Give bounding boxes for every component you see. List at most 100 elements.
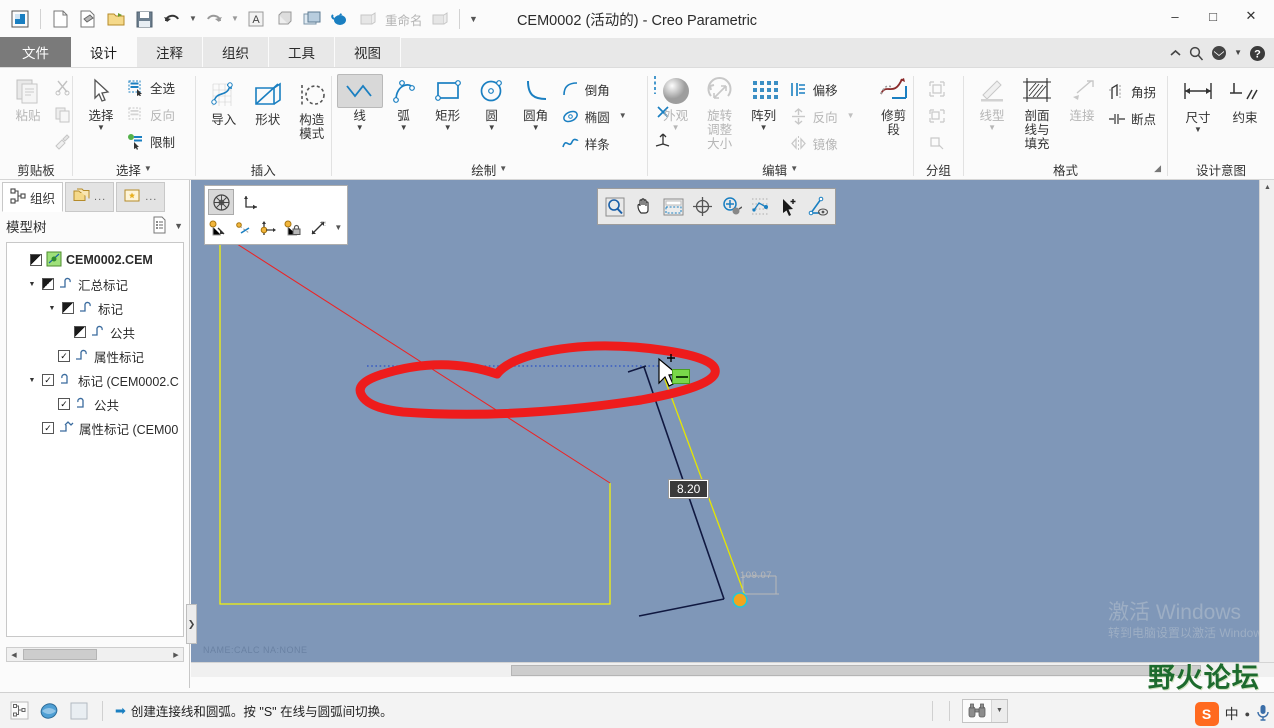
redo-icon[interactable] <box>201 6 227 32</box>
import-button[interactable]: 导入 <box>202 76 246 129</box>
tab-view[interactable]: 视图 <box>335 37 401 67</box>
new-file-icon[interactable] <box>47 6 73 32</box>
canvas-scroll-thumb[interactable] <box>511 664 1201 676</box>
fillet-button[interactable]: 圆角 ▼ <box>514 72 558 136</box>
chevron-down-icon[interactable]: ▼ <box>333 215 344 241</box>
tree-checkbox[interactable]: ✓ <box>42 422 54 434</box>
ellipse-button[interactable]: 椭圆 ▼ <box>558 103 632 129</box>
lock-icon[interactable] <box>283 215 304 241</box>
regenerate-icon[interactable]: A <box>243 6 269 32</box>
mic-icon[interactable] <box>1256 704 1270 725</box>
canvas-hscrollbar[interactable] <box>191 662 1274 677</box>
blank-icon[interactable] <box>68 700 90 722</box>
scroll-up-arrow[interactable]: ▲ <box>1260 180 1274 195</box>
chamfer-button[interactable]: 倒角 <box>558 76 632 102</box>
tab-organize[interactable]: 组织 <box>203 37 269 67</box>
tree-row-mark-cem0002[interactable]: ▼ ✓ 标记 (CEM0002.C <box>10 368 180 392</box>
group-select-caret-icon[interactable]: ▼ <box>144 165 152 173</box>
tree-checkbox[interactable]: ✓ <box>58 398 70 410</box>
tree-expander[interactable]: ▼ <box>46 305 58 312</box>
snap-diagonal-icon[interactable] <box>308 215 329 241</box>
hatch-fill-button[interactable]: 剖面线与填充 <box>1014 72 1060 153</box>
model-tree[interactable]: CEM0002.CEM ▼ 汇总标记 ▼ 标记 公共 ✓ 属性标记 ▼ ✓ 标记… <box>6 242 184 637</box>
minimize-button[interactable]: – <box>1156 2 1194 30</box>
sketch-orientation-toolbar[interactable]: ▼ <box>204 185 348 245</box>
tree-row-common-2[interactable]: ✓ 公共 <box>10 392 180 416</box>
delete-segment-button[interactable]: 修剪段 <box>872 72 916 139</box>
nav-tab-organize[interactable]: 组织 <box>2 182 64 212</box>
view-toolbar[interactable] <box>597 188 836 225</box>
pattern-dropdown-caret[interactable]: ▼ <box>760 124 768 134</box>
datum-csys-display-icon[interactable] <box>746 192 774 222</box>
snap-vertex-icon[interactable] <box>208 215 229 241</box>
model-tree-hscrollbar[interactable]: ◀ ▶ <box>6 647 184 662</box>
shape-button[interactable]: 形状 <box>246 76 290 129</box>
group-edit-caret-icon[interactable]: ▼ <box>790 165 798 173</box>
search-icon[interactable] <box>1189 46 1204 61</box>
open-folder-icon[interactable] <box>103 6 129 32</box>
pan-hand-icon[interactable] <box>630 192 658 222</box>
axis-orient-icon[interactable] <box>238 189 264 215</box>
search-tool[interactable]: ▼ <box>962 698 1008 723</box>
offset-button[interactable]: 偏移 <box>786 76 860 102</box>
box-icon[interactable] <box>271 6 297 32</box>
scroll-right-arrow[interactable]: ▶ <box>169 651 183 659</box>
dimension-input-box[interactable]: 8.20 <box>668 479 710 499</box>
breakpoint-button[interactable]: 断点 <box>1104 105 1161 131</box>
tree-row-common[interactable]: 公共 <box>10 320 180 344</box>
fillet-dropdown-caret[interactable]: ▼ <box>532 124 540 134</box>
tree-checkbox[interactable]: ✓ <box>42 374 54 386</box>
tree-checkbox[interactable] <box>42 278 54 290</box>
tab-annotate[interactable]: 注释 <box>137 37 203 67</box>
arc-button[interactable]: 弧 ▼ <box>382 72 426 136</box>
angle-dimension-label[interactable]: 109.07 <box>740 570 772 581</box>
tree-row-attr-mark[interactable]: ✓ 属性标记 <box>10 344 180 368</box>
tree-row-mark[interactable]: ▼ 标记 <box>10 296 180 320</box>
circle-dropdown-caret[interactable]: ▼ <box>488 124 496 134</box>
select-dropdown-caret[interactable]: ▼ <box>97 124 105 134</box>
restrict-button[interactable]: 限制 <box>123 128 180 154</box>
arc-dropdown-caret[interactable]: ▼ <box>400 124 408 134</box>
binoculars-icon[interactable] <box>963 703 991 718</box>
nav-tab-favorites[interactable]: ... <box>116 182 166 212</box>
creo-app-icon[interactable] <box>6 6 34 32</box>
ime-mode-label[interactable]: 中 <box>1225 704 1239 724</box>
nav-tab-layers[interactable]: ... <box>65 182 115 212</box>
group-sketch-caret-icon[interactable]: ▼ <box>499 165 507 173</box>
chevron-up-icon[interactable] <box>1169 48 1182 58</box>
tree-expander[interactable]: ▼ <box>26 377 38 384</box>
canvas-vscrollbar[interactable]: ▲ ▼ <box>1259 180 1274 677</box>
graphics-canvas[interactable]: 8.20 109.07 NAME:CALC NA:NONE ▼ 激活 Windo… <box>191 180 1274 677</box>
teapot-icon[interactable] <box>327 6 353 32</box>
save-icon[interactable] <box>131 6 157 32</box>
sogou-ime-icon[interactable]: S <box>1194 702 1219 726</box>
search-tool-caret[interactable]: ▼ <box>991 699 1007 722</box>
refit-icon[interactable] <box>659 192 687 222</box>
scroll-thumb[interactable] <box>23 649 97 660</box>
open-session-icon[interactable] <box>75 6 101 32</box>
dimension-value[interactable]: 8.20 <box>670 481 708 497</box>
select-cursor-icon[interactable] <box>775 192 803 222</box>
snap-midpoint-icon[interactable] <box>233 215 254 241</box>
close-button[interactable]: ✕ <box>1232 2 1270 30</box>
sketch-view-icon[interactable] <box>208 189 234 215</box>
account-icon[interactable] <box>1211 45 1227 61</box>
ellipse-dropdown-caret[interactable]: ▼ <box>619 112 627 120</box>
format-dialog-launcher-icon[interactable]: ◢ <box>1154 163 1161 174</box>
tree-settings-icon[interactable] <box>151 216 168 237</box>
spline-button[interactable]: 样条 <box>558 130 632 156</box>
datum-point-display-icon[interactable] <box>717 192 745 222</box>
rectangle-dropdown-caret[interactable]: ▼ <box>444 124 452 134</box>
tree-checkbox[interactable] <box>62 302 74 314</box>
scroll-left-arrow[interactable]: ◀ <box>7 651 21 659</box>
globe-icon[interactable] <box>38 700 60 722</box>
jog-button[interactable]: 角拐 <box>1104 78 1161 104</box>
line-button[interactable]: 线 ▼ <box>336 72 383 136</box>
construction-mode-button[interactable]: 构造模式 <box>290 76 334 143</box>
maximize-button[interactable]: □ <box>1194 2 1232 30</box>
pattern-button[interactable]: 阵列 ▼ <box>742 72 786 136</box>
tab-design[interactable]: 设计 <box>71 37 137 67</box>
tab-tools[interactable]: 工具 <box>269 37 335 67</box>
rectangle-button[interactable]: 矩形 ▼ <box>426 72 470 136</box>
ime-dot-icon[interactable]: ● <box>1245 709 1250 719</box>
